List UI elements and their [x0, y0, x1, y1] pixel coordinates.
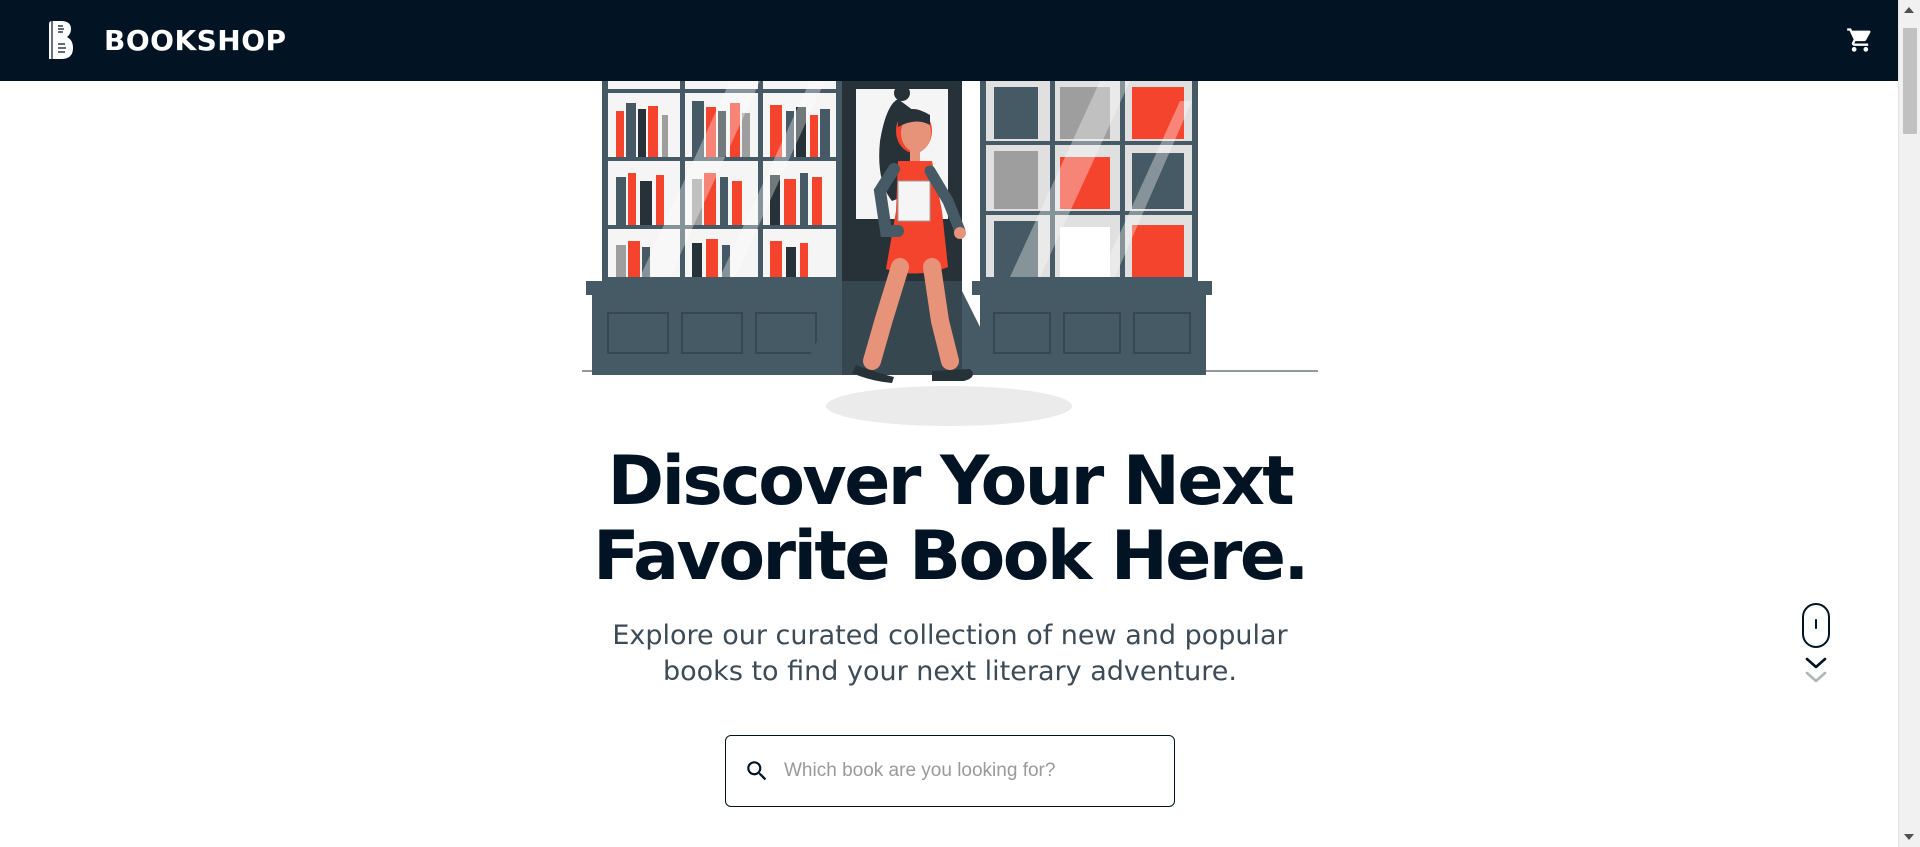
chevron-down-icon	[1805, 657, 1827, 669]
hero-title: Discover Your Next Favorite Book Here.	[500, 444, 1400, 594]
mouse-wheel-indicator	[1815, 619, 1817, 629]
chevron-down-faded-icon	[1805, 671, 1827, 683]
scroll-down-arrow-icon[interactable]	[1904, 834, 1914, 840]
hero-subtitle-line-1: Explore our curated collection of new an…	[612, 620, 1288, 651]
brand-home-link[interactable]: BOOKSHOP	[47, 19, 287, 61]
hero-subtitle: Explore our curated collection of new an…	[560, 618, 1340, 690]
hero-title-line-2: Favorite Book Here.	[593, 517, 1309, 596]
shopping-cart-button[interactable]	[1846, 26, 1874, 54]
book-logo-icon	[49, 21, 73, 59]
scroll-down-hint[interactable]	[1800, 603, 1832, 689]
top-navbar: BOOKSHOP	[0, 0, 1898, 81]
search-icon	[744, 758, 770, 784]
bookshop-hero-illustration	[582, 81, 1318, 426]
shopping-cart-icon	[1847, 28, 1871, 52]
brand-name: BOOKSHOP	[104, 23, 287, 57]
hero-title-line-1: Discover Your Next	[607, 442, 1295, 521]
scroll-up-arrow-icon[interactable]	[1904, 7, 1914, 13]
mouse-scroll-icon	[1802, 603, 1830, 648]
scrollbar-thumb[interactable]	[1903, 28, 1917, 134]
page-scrollbar[interactable]	[1898, 0, 1920, 847]
book-search-box[interactable]	[725, 735, 1175, 807]
hero-subtitle-line-2: books to find your next literary adventu…	[663, 656, 1237, 687]
search-input[interactable]	[782, 751, 1174, 791]
